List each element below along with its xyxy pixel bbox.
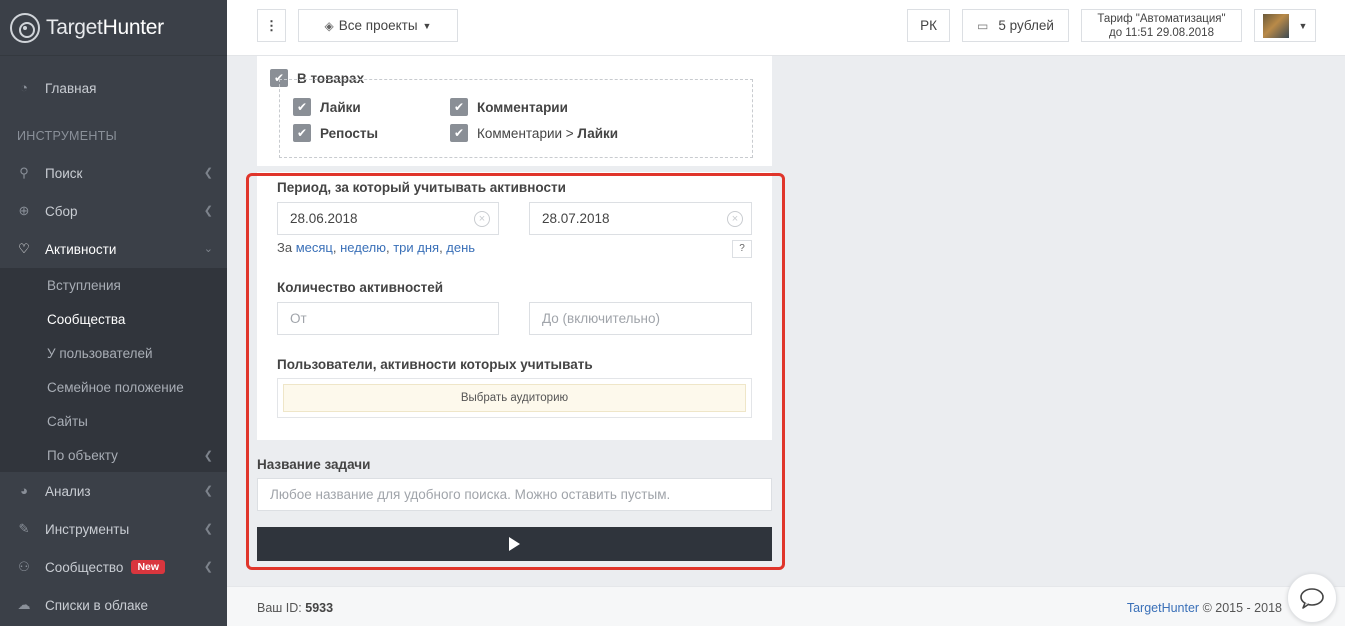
activities-submenu: Вступления Сообщества У пользователей Се… xyxy=(0,268,227,472)
chevron-left-icon: ❮ xyxy=(203,523,213,535)
sidebar-item-activities[interactable]: ♡ Активности ⌄ xyxy=(0,230,227,268)
audience-box: Выбрать аудиторию xyxy=(277,378,752,418)
wrench-icon: ✎ xyxy=(18,521,30,536)
copyright: TargetHunter © 2015 - 2018 xyxy=(1126,601,1282,615)
search-icon: ⚲ xyxy=(19,165,29,180)
check-icon: ✔ xyxy=(450,124,468,142)
vertical-dots-icon: ⋮ xyxy=(264,17,279,33)
sidebar-subitem-by-object[interactable]: По объекту ❮ xyxy=(0,438,227,472)
goods-panel: ✔ В товарах ✔ Лайки ✔ Комментарии ✔ Репо… xyxy=(257,56,772,166)
users-label: Пользователи, активности которых учитыва… xyxy=(277,357,593,372)
select-audience-button[interactable]: Выбрать аудиторию xyxy=(283,384,746,412)
clear-icon[interactable]: × xyxy=(727,211,743,227)
task-name-input[interactable]: Любое название для удобного поиска. Можн… xyxy=(257,478,772,511)
play-icon xyxy=(509,537,520,551)
activity-settings-panel: Период, за который учитывать активности … xyxy=(257,172,772,440)
brand-link[interactable]: TargetHunter xyxy=(1127,601,1199,615)
goods-options-box xyxy=(279,79,753,158)
count-from-input[interactable]: От xyxy=(277,302,499,335)
cloud-icon: ☁ xyxy=(17,597,31,612)
footer: Ваш ID: 5933 TargetHunter © 2015 - 2018 xyxy=(227,586,1345,626)
check-icon: ✔ xyxy=(450,98,468,116)
heart-icon: ♡ xyxy=(18,241,30,256)
help-button[interactable]: ? xyxy=(732,240,752,258)
sidebar: TargetHunter ◔ Главная ИНСТРУМЕНТЫ ⚲ Пои… xyxy=(0,0,227,626)
sidebar-item-cloud-lists[interactable]: ☁ Списки в облаке xyxy=(0,586,227,624)
run-button[interactable] xyxy=(257,527,772,561)
sidebar-subitem-communities[interactable]: Сообщества xyxy=(0,302,227,336)
quick-period-links: За месяц, неделю, три дня, день xyxy=(277,240,476,255)
caret-down-icon: ▼ xyxy=(1298,20,1308,31)
dashboard-icon: ◔ xyxy=(20,80,28,95)
topbar: ⋮ ◈ Все проекты ▼ РК ▭ 5 рублей Тариф "А… xyxy=(227,0,1345,56)
logo[interactable]: TargetHunter xyxy=(0,0,227,56)
projects-dropdown[interactable]: ◈ Все проекты ▼ xyxy=(298,9,458,42)
users-icon: ⚇ xyxy=(18,559,30,574)
caret-down-icon: ▼ xyxy=(422,20,432,31)
period-from-input[interactable]: 28.06.2018 × xyxy=(277,202,499,235)
task-name-label: Название задачи xyxy=(257,457,371,472)
sidebar-subitem-users[interactable]: У пользователей xyxy=(0,336,227,370)
wallet-icon: ▭ xyxy=(977,18,989,33)
chevron-left-icon: ❮ xyxy=(203,450,213,462)
count-label: Количество активностей xyxy=(277,280,444,295)
sidebar-subitem-joins[interactable]: Вступления xyxy=(0,268,227,302)
count-to-input[interactable]: До (включительно) xyxy=(529,302,752,335)
chevron-left-icon: ❮ xyxy=(203,561,213,573)
clear-icon[interactable]: × xyxy=(474,211,490,227)
chevron-left-icon: ❮ xyxy=(203,485,213,497)
zoom-plus-icon: ⊕ xyxy=(18,203,30,218)
period-day-link[interactable]: день xyxy=(446,240,475,255)
sidebar-item-search[interactable]: ⚲ Поиск ❮ xyxy=(0,154,227,192)
period-label: Период, за который учитывать активности xyxy=(277,180,566,195)
comment-likes-checkbox[interactable]: ✔ Комментарии > Лайки xyxy=(450,124,618,142)
more-menu-button[interactable]: ⋮ xyxy=(257,9,286,42)
main-content: ✔ В товарах ✔ Лайки ✔ Комментарии ✔ Репо… xyxy=(227,56,1345,586)
period-to-input[interactable]: 28.07.2018 × xyxy=(529,202,752,235)
logo-icon xyxy=(10,12,40,43)
new-badge: New xyxy=(131,560,166,574)
tariff-button[interactable]: Тариф "Автоматизация" до 11:51 29.08.201… xyxy=(1081,9,1242,42)
sidebar-subitem-family[interactable]: Семейное положение xyxy=(0,370,227,404)
sidebar-section-tools: ИНСТРУМЕНТЫ xyxy=(17,129,118,143)
check-icon: ✔ xyxy=(293,98,311,116)
layers-icon: ◈ xyxy=(324,18,334,33)
check-icon: ✔ xyxy=(293,124,311,142)
comments-checkbox[interactable]: ✔ Комментарии xyxy=(450,98,568,116)
sidebar-item-collect[interactable]: ⊕ Сбор ❮ xyxy=(0,192,227,230)
chat-bubble-icon xyxy=(1300,588,1324,609)
user-id: Ваш ID: 5933 xyxy=(257,601,334,615)
avatar xyxy=(1262,13,1289,38)
balance-button[interactable]: ▭ 5 рублей xyxy=(962,9,1069,42)
account-switch-button[interactable]: РК xyxy=(907,9,950,42)
sidebar-item-home[interactable]: ◔ Главная xyxy=(0,69,227,107)
chevron-down-icon: ⌄ xyxy=(203,243,213,255)
sidebar-item-analysis[interactable]: ◕ Анализ ❮ xyxy=(0,472,227,510)
period-three-days-link[interactable]: три дня xyxy=(393,240,439,255)
period-week-link[interactable]: неделю xyxy=(340,240,386,255)
reposts-checkbox[interactable]: ✔ Репосты xyxy=(293,124,378,142)
likes-checkbox[interactable]: ✔ Лайки xyxy=(293,98,361,116)
period-month-link[interactable]: месяц xyxy=(296,240,333,255)
user-menu-button[interactable]: ▼ xyxy=(1254,9,1316,42)
pie-chart-icon: ◕ xyxy=(20,483,28,498)
sidebar-item-community[interactable]: ⚇ Сообщество New ❮ xyxy=(0,548,227,586)
chat-button[interactable] xyxy=(1287,573,1337,623)
sidebar-item-tools[interactable]: ✎ Инструменты ❮ xyxy=(0,510,227,548)
chevron-left-icon: ❮ xyxy=(203,205,213,217)
sidebar-subitem-sites[interactable]: Сайты xyxy=(0,404,227,438)
chevron-left-icon: ❮ xyxy=(203,167,213,179)
